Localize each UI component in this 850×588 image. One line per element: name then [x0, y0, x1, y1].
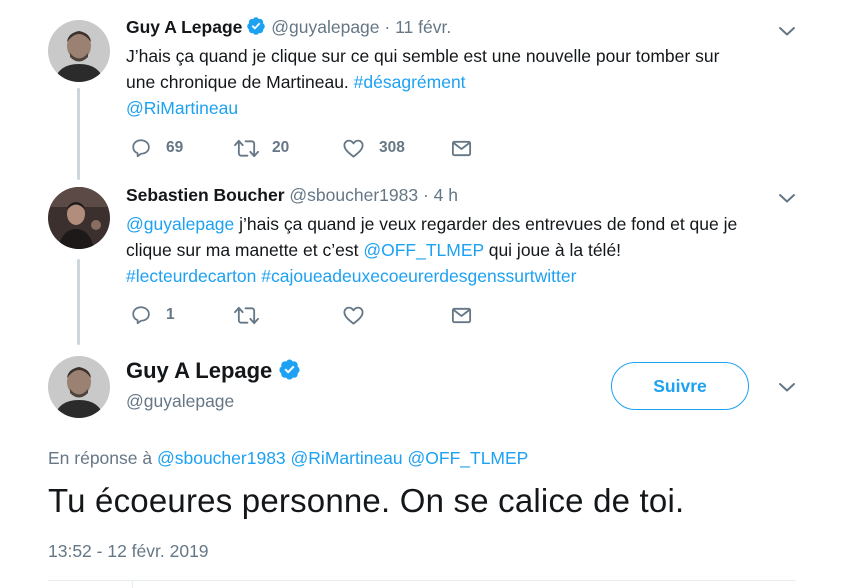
username[interactable]: @sboucher1983	[289, 185, 418, 205]
like-button[interactable]: 308	[342, 136, 405, 160]
verified-badge-icon	[246, 16, 266, 36]
retweet-icon	[233, 304, 260, 327]
retweet-button[interactable]	[233, 303, 260, 327]
avatar[interactable]	[48, 187, 110, 249]
tweet-text-line: @RiMartineau	[126, 95, 776, 121]
display-name[interactable]: Guy A Lepage	[126, 17, 242, 37]
avatar[interactable]	[48, 20, 110, 82]
divider	[132, 580, 133, 588]
display-name[interactable]: Guy A Lepage	[126, 358, 272, 383]
separator-dot: ·	[384, 17, 391, 37]
tweet-text-line: une chronique de Martineau. #désagrément	[126, 69, 776, 95]
tweet-text-line: clique sur ma manette et c’est @OFF_TLME…	[126, 237, 776, 263]
chevron-down-icon[interactable]	[778, 22, 796, 40]
mention-link[interactable]: @RiMartineau	[291, 448, 403, 468]
tweet-text-segment: une chronique de Martineau.	[126, 72, 354, 92]
focused-tweet-text: Tu écoeures personne. On se calice de to…	[48, 482, 685, 519]
reply-count: 69	[166, 139, 184, 156]
dm-button[interactable]	[450, 136, 473, 160]
thread-line	[77, 259, 80, 345]
tweet-timestamp[interactable]: 13:52 - 12 févr. 2019	[48, 541, 209, 562]
mention-link[interactable]: @sboucher1983	[157, 448, 286, 468]
hashtag-link[interactable]: #lecteurdecarton	[126, 266, 256, 286]
retweet-count: 20	[272, 139, 290, 156]
mention-link[interactable]: @OFF_TLMEP	[363, 240, 484, 260]
tweet-time[interactable]: 4 h	[434, 185, 458, 205]
envelope-icon	[450, 137, 473, 160]
reply-count: 1	[166, 306, 175, 323]
retweet-icon	[233, 137, 260, 160]
avatar[interactable]	[48, 356, 110, 418]
like-count: 308	[379, 139, 405, 156]
verified-badge-icon	[278, 358, 301, 381]
reply-context: En réponse à @sboucher1983 @RiMartineau …	[48, 448, 528, 469]
separator-dot: ·	[422, 185, 429, 205]
hashtag-link[interactable]: #désagrément	[354, 72, 466, 92]
tweet-2[interactable]: Sebastien Boucher @sboucher1983 · 4 h @g…	[0, 180, 850, 345]
retweet-button[interactable]: 20	[233, 136, 289, 160]
chevron-down-icon[interactable]	[778, 378, 796, 396]
divider	[48, 580, 796, 581]
heart-icon	[342, 304, 365, 327]
envelope-icon	[450, 304, 473, 327]
tweet-text: J’hais ça quand je clique sur ce qui sem…	[126, 43, 776, 121]
tweet-text-segment: clique sur ma manette et c’est	[126, 240, 364, 260]
focused-display-name[interactable]: Guy A Lepage	[126, 358, 301, 384]
reply-icon	[130, 304, 152, 326]
reply-context-prefix: En réponse à	[48, 448, 157, 468]
reply-icon	[130, 137, 152, 159]
display-name[interactable]: Sebastien Boucher	[126, 185, 285, 205]
reply-button[interactable]: 69	[130, 136, 183, 160]
tweet-text-line: #lecteurdecarton #cajoueadeuxecoeurerdes…	[126, 263, 776, 289]
tweet-text-segment: j’hais ça quand je veux regarder des ent…	[234, 214, 738, 234]
tweet-header: Guy A Lepage @guyalepage · 11 févr.	[126, 16, 451, 38]
hashtag-link[interactable]: #cajoueadeuxecoeurerdesgenssurtwitter	[261, 266, 576, 286]
mention-link[interactable]: @RiMartineau	[126, 98, 238, 118]
username[interactable]: @guyalepage	[126, 391, 234, 412]
tweet-text-line: J’hais ça quand je clique sur ce qui sem…	[126, 46, 720, 66]
thread-line	[77, 88, 80, 180]
heart-icon	[342, 137, 365, 160]
tweet-header: Sebastien Boucher @sboucher1983 · 4 h	[126, 184, 458, 206]
follow-button[interactable]: Suivre	[611, 362, 749, 410]
mention-link[interactable]: @OFF_TLMEP	[408, 448, 529, 468]
mention-link[interactable]: @guyalepage	[126, 214, 234, 234]
tweet-text-line: @guyalepage j’hais ça quand je veux rega…	[126, 211, 776, 237]
tweet-time[interactable]: 11 févr.	[395, 17, 451, 37]
tweet-text: @guyalepage j’hais ça quand je veux rega…	[126, 211, 776, 289]
username[interactable]: @guyalepage	[271, 17, 379, 37]
chevron-down-icon[interactable]	[778, 189, 796, 207]
tweet-text-segment: qui joue à la télé!	[483, 240, 622, 260]
like-button[interactable]	[342, 303, 365, 327]
dm-button[interactable]	[450, 303, 473, 327]
reply-button[interactable]: 1	[130, 303, 175, 327]
tweet-1[interactable]: Guy A Lepage @guyalepage · 11 févr. J’ha…	[0, 0, 850, 180]
